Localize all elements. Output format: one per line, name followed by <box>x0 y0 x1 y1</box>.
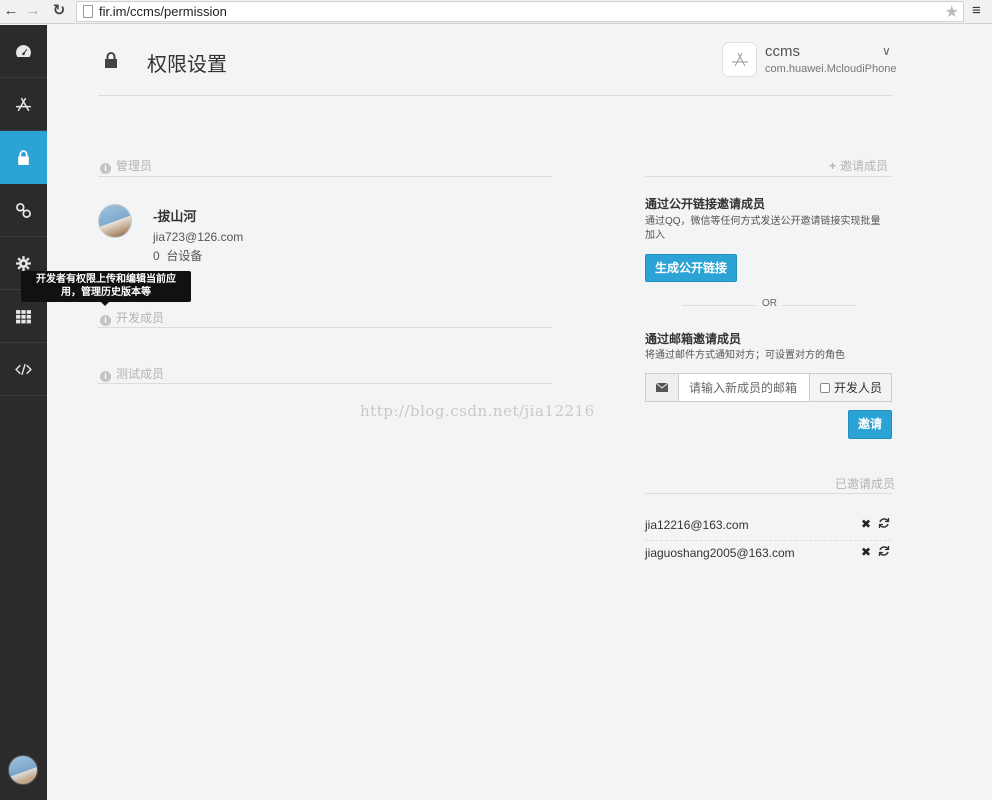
page-icon <box>83 5 93 18</box>
link-icon <box>16 202 31 218</box>
url-text[interactable]: fir.im/ccms/permission <box>99 4 227 19</box>
lock-icon <box>105 52 117 68</box>
divider <box>98 176 552 177</box>
tooltip-arrow <box>100 301 110 306</box>
sidebar <box>0 25 47 800</box>
info-icon: i <box>100 371 111 382</box>
invite-email-title: 通过邮箱邀请成员 <box>645 332 742 346</box>
avatar <box>98 204 132 238</box>
divider <box>98 383 552 384</box>
invite-email-description: 将通过邮件方式通知对方；可设置对方的角色 <box>645 350 845 361</box>
plus-icon: + <box>829 159 837 173</box>
divider <box>645 176 892 177</box>
device-count: 0 <box>153 249 160 263</box>
tooltip-line: 用，管理历史版本等 <box>61 287 151 298</box>
description-line: 加入 <box>645 230 665 241</box>
invited-email: jia12216@163.com <box>645 518 749 532</box>
watermark: http://blog.csdn.net/jia12216 <box>360 402 595 420</box>
invite-button[interactable]: 邀请 <box>848 410 892 439</box>
app-icon <box>722 42 757 77</box>
info-icon: i <box>100 315 111 326</box>
lock-icon <box>18 149 29 165</box>
invited-email: jiaguoshang2005@163.com <box>645 546 795 560</box>
dashboard-icon <box>16 44 31 57</box>
tooltip: 开发者有权限上传和编辑当前应 用，管理历史版本等 <box>21 271 191 302</box>
code-icon <box>15 363 32 375</box>
email-field[interactable] <box>679 374 809 401</box>
sidebar-item-integrations[interactable] <box>0 184 47 237</box>
sidebar-item-dashboard[interactable] <box>0 25 47 78</box>
remove-icon[interactable]: ✖ <box>861 545 871 559</box>
back-icon[interactable]: ← <box>2 2 20 20</box>
info-icon: i <box>100 163 111 174</box>
sidebar-item-developer[interactable] <box>0 343 47 396</box>
divider <box>682 305 756 306</box>
section-label: 开发成员 <box>116 311 165 325</box>
grid-icon <box>16 309 31 323</box>
description-line: 通过QQ，微信等任何方式发送公开邀请链接实现批量 <box>645 216 881 227</box>
section-developers-header: i 开发成员 <box>100 309 165 326</box>
list-item: jia12216@163.com ✖ <box>645 512 892 540</box>
admin-email: jia723@126.com <box>153 230 244 244</box>
section-label: 已邀请成员 <box>835 477 896 491</box>
divider <box>782 305 856 306</box>
section-admins-header: i 管理员 <box>100 157 153 174</box>
refresh-icon[interactable] <box>878 517 890 529</box>
refresh-icon[interactable] <box>878 545 890 557</box>
device-label: 台设备 <box>166 249 203 263</box>
section-invite-header: + 邀请成员 <box>829 157 888 173</box>
or-separator: OR <box>762 298 777 309</box>
invite-link-description: 通过QQ，微信等任何方式发送公开邀请链接实现批量 加入 <box>645 215 895 243</box>
section-label: 邀请成员 <box>840 159 889 173</box>
divider <box>98 95 893 96</box>
generate-public-link-button[interactable]: 生成公开链接 <box>645 254 737 282</box>
section-testers-header: i 测试成员 <box>100 365 165 382</box>
admin-device-count: 0 台设备 <box>153 247 202 264</box>
browser-toolbar: ← → ↻ fir.im/ccms/permission ★ ≡ <box>0 0 992 24</box>
app-name: ccms <box>765 43 800 60</box>
admin-name: -拔山河 <box>153 209 197 224</box>
page-title: 权限设置 <box>147 54 227 76</box>
forward-icon[interactable]: → <box>24 2 42 20</box>
section-invited-header: 已邀请成员 <box>835 475 895 491</box>
section-label: 管理员 <box>116 159 153 173</box>
remove-icon[interactable]: ✖ <box>861 517 871 531</box>
developer-checkbox[interactable]: 开发人员 <box>809 374 891 401</box>
developer-checkbox-label: 开发人员 <box>834 381 883 395</box>
checkbox-icon[interactable] <box>820 382 830 393</box>
sidebar-item-permission[interactable] <box>0 131 47 184</box>
divider <box>98 327 552 328</box>
app-store-icon <box>732 52 748 67</box>
section-label: 测试成员 <box>116 367 165 381</box>
app-store-icon <box>16 97 31 111</box>
address-bar[interactable]: fir.im/ccms/permission ★ <box>76 1 964 22</box>
user-avatar[interactable] <box>8 755 38 785</box>
invite-email-group: 开发人员 <box>645 373 892 402</box>
star-icon[interactable]: ★ <box>945 2 959 22</box>
chevron-down-icon[interactable]: ∨ <box>882 44 891 58</box>
app-bundle-id: com.huawei.McloudiPhone <box>765 63 897 75</box>
menu-icon[interactable]: ≡ <box>972 2 981 19</box>
gear-icon <box>16 255 31 271</box>
tooltip-line: 开发者有权限上传和编辑当前应 <box>36 274 176 285</box>
divider <box>645 493 892 494</box>
sidebar-item-apps[interactable] <box>0 78 47 131</box>
reload-icon[interactable]: ↻ <box>50 2 68 20</box>
invite-link-title: 通过公开链接邀请成员 <box>645 197 766 211</box>
envelope-icon <box>646 374 679 401</box>
app-switcher[interactable]: ccms com.huawei.McloudiPhone ∨ <box>722 42 897 78</box>
list-item: jiaguoshang2005@163.com ✖ <box>645 540 892 568</box>
